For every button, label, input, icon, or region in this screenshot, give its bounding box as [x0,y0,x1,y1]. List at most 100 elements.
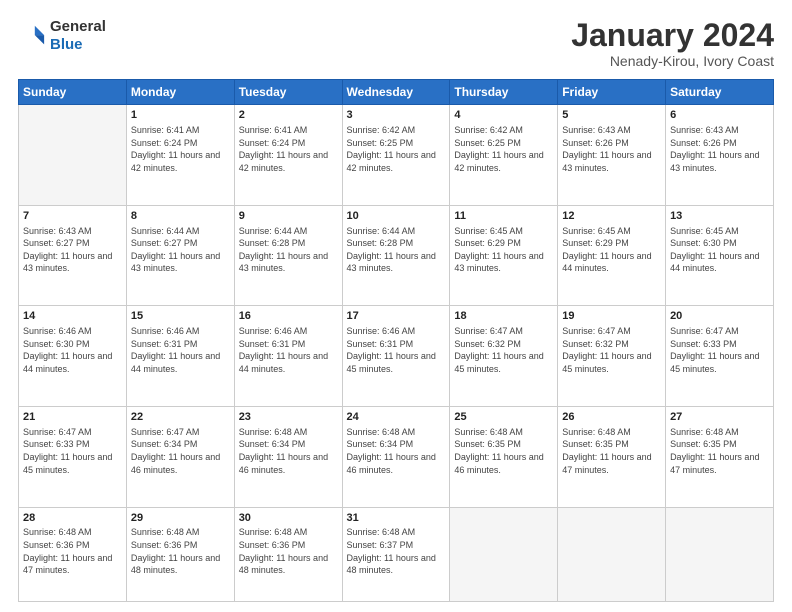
day-number: 22 [131,410,230,425]
day-number: 9 [239,209,338,224]
calendar-day: 29Sunrise: 6:48 AMSunset: 6:36 PMDayligh… [126,507,234,601]
day-info: Sunrise: 6:48 AMSunset: 6:36 PMDaylight:… [131,526,230,576]
day-info: Sunrise: 6:41 AMSunset: 6:24 PMDaylight:… [239,124,338,174]
day-number: 25 [454,410,553,425]
day-number: 8 [131,209,230,224]
day-info: Sunrise: 6:48 AMSunset: 6:35 PMDaylight:… [562,426,661,476]
day-number: 6 [670,108,769,123]
calendar-day: 4Sunrise: 6:42 AMSunset: 6:25 PMDaylight… [450,105,558,206]
day-number: 17 [347,309,446,324]
day-number: 15 [131,309,230,324]
logo-icon [18,22,46,50]
day-info: Sunrise: 6:43 AMSunset: 6:26 PMDaylight:… [670,124,769,174]
calendar-day [558,507,666,601]
day-info: Sunrise: 6:48 AMSunset: 6:36 PMDaylight:… [23,526,122,576]
day-number: 16 [239,309,338,324]
day-number: 19 [562,309,661,324]
calendar-week-row: 28Sunrise: 6:48 AMSunset: 6:36 PMDayligh… [19,507,774,601]
day-number: 18 [454,309,553,324]
day-number: 30 [239,511,338,526]
calendar-day: 5Sunrise: 6:43 AMSunset: 6:26 PMDaylight… [558,105,666,206]
header: General Blue January 2024 Nenady-Kirou, … [18,18,774,69]
day-info: Sunrise: 6:47 AMSunset: 6:34 PMDaylight:… [131,426,230,476]
day-info: Sunrise: 6:48 AMSunset: 6:36 PMDaylight:… [239,526,338,576]
day-info: Sunrise: 6:46 AMSunset: 6:31 PMDaylight:… [131,325,230,375]
calendar-day [666,507,774,601]
day-info: Sunrise: 6:48 AMSunset: 6:34 PMDaylight:… [347,426,446,476]
day-number: 14 [23,309,122,324]
day-info: Sunrise: 6:46 AMSunset: 6:31 PMDaylight:… [239,325,338,375]
calendar-day: 17Sunrise: 6:46 AMSunset: 6:31 PMDayligh… [342,306,450,407]
day-info: Sunrise: 6:48 AMSunset: 6:34 PMDaylight:… [239,426,338,476]
day-number: 29 [131,511,230,526]
calendar-day: 28Sunrise: 6:48 AMSunset: 6:36 PMDayligh… [19,507,127,601]
day-info: Sunrise: 6:45 AMSunset: 6:30 PMDaylight:… [670,225,769,275]
day-info: Sunrise: 6:45 AMSunset: 6:29 PMDaylight:… [454,225,553,275]
calendar-day: 23Sunrise: 6:48 AMSunset: 6:34 PMDayligh… [234,406,342,507]
day-info: Sunrise: 6:48 AMSunset: 6:35 PMDaylight:… [670,426,769,476]
logo: General Blue [18,18,106,54]
calendar-day: 10Sunrise: 6:44 AMSunset: 6:28 PMDayligh… [342,205,450,306]
calendar-day: 31Sunrise: 6:48 AMSunset: 6:37 PMDayligh… [342,507,450,601]
day-info: Sunrise: 6:42 AMSunset: 6:25 PMDaylight:… [454,124,553,174]
day-number: 27 [670,410,769,425]
day-number: 20 [670,309,769,324]
day-info: Sunrise: 6:47 AMSunset: 6:33 PMDaylight:… [670,325,769,375]
day-info: Sunrise: 6:48 AMSunset: 6:35 PMDaylight:… [454,426,553,476]
day-info: Sunrise: 6:47 AMSunset: 6:32 PMDaylight:… [562,325,661,375]
calendar-week-row: 14Sunrise: 6:46 AMSunset: 6:30 PMDayligh… [19,306,774,407]
day-info: Sunrise: 6:43 AMSunset: 6:27 PMDaylight:… [23,225,122,275]
calendar-week-row: 7Sunrise: 6:43 AMSunset: 6:27 PMDaylight… [19,205,774,306]
calendar-day: 6Sunrise: 6:43 AMSunset: 6:26 PMDaylight… [666,105,774,206]
calendar-day: 13Sunrise: 6:45 AMSunset: 6:30 PMDayligh… [666,205,774,306]
day-number: 11 [454,209,553,224]
day-number: 2 [239,108,338,123]
calendar-table: Sunday Monday Tuesday Wednesday Thursday… [18,79,774,602]
calendar-day: 24Sunrise: 6:48 AMSunset: 6:34 PMDayligh… [342,406,450,507]
calendar-day: 7Sunrise: 6:43 AMSunset: 6:27 PMDaylight… [19,205,127,306]
calendar-day [19,105,127,206]
day-number: 4 [454,108,553,123]
calendar-day: 21Sunrise: 6:47 AMSunset: 6:33 PMDayligh… [19,406,127,507]
calendar-day: 1Sunrise: 6:41 AMSunset: 6:24 PMDaylight… [126,105,234,206]
day-number: 26 [562,410,661,425]
page: General Blue January 2024 Nenady-Kirou, … [0,0,792,612]
calendar-day: 18Sunrise: 6:47 AMSunset: 6:32 PMDayligh… [450,306,558,407]
day-number: 31 [347,511,446,526]
calendar-day: 9Sunrise: 6:44 AMSunset: 6:28 PMDaylight… [234,205,342,306]
calendar-day: 20Sunrise: 6:47 AMSunset: 6:33 PMDayligh… [666,306,774,407]
calendar-day [450,507,558,601]
title-block: January 2024 Nenady-Kirou, Ivory Coast [571,18,774,69]
day-number: 1 [131,108,230,123]
calendar-day: 11Sunrise: 6:45 AMSunset: 6:29 PMDayligh… [450,205,558,306]
day-info: Sunrise: 6:47 AMSunset: 6:33 PMDaylight:… [23,426,122,476]
day-number: 10 [347,209,446,224]
calendar-day: 22Sunrise: 6:47 AMSunset: 6:34 PMDayligh… [126,406,234,507]
calendar-day: 26Sunrise: 6:48 AMSunset: 6:35 PMDayligh… [558,406,666,507]
calendar-day: 2Sunrise: 6:41 AMSunset: 6:24 PMDaylight… [234,105,342,206]
header-friday: Friday [558,80,666,105]
calendar-day: 14Sunrise: 6:46 AMSunset: 6:30 PMDayligh… [19,306,127,407]
day-number: 24 [347,410,446,425]
calendar-day: 15Sunrise: 6:46 AMSunset: 6:31 PMDayligh… [126,306,234,407]
calendar-header-row: Sunday Monday Tuesday Wednesday Thursday… [19,80,774,105]
calendar-day: 8Sunrise: 6:44 AMSunset: 6:27 PMDaylight… [126,205,234,306]
day-number: 21 [23,410,122,425]
day-info: Sunrise: 6:46 AMSunset: 6:30 PMDaylight:… [23,325,122,375]
header-monday: Monday [126,80,234,105]
header-saturday: Saturday [666,80,774,105]
day-info: Sunrise: 6:46 AMSunset: 6:31 PMDaylight:… [347,325,446,375]
calendar-day: 30Sunrise: 6:48 AMSunset: 6:36 PMDayligh… [234,507,342,601]
calendar-day: 25Sunrise: 6:48 AMSunset: 6:35 PMDayligh… [450,406,558,507]
calendar-day: 12Sunrise: 6:45 AMSunset: 6:29 PMDayligh… [558,205,666,306]
day-info: Sunrise: 6:44 AMSunset: 6:28 PMDaylight:… [347,225,446,275]
day-info: Sunrise: 6:44 AMSunset: 6:27 PMDaylight:… [131,225,230,275]
calendar-day: 16Sunrise: 6:46 AMSunset: 6:31 PMDayligh… [234,306,342,407]
day-number: 3 [347,108,446,123]
day-info: Sunrise: 6:42 AMSunset: 6:25 PMDaylight:… [347,124,446,174]
logo-blue: Blue [50,36,106,54]
day-info: Sunrise: 6:45 AMSunset: 6:29 PMDaylight:… [562,225,661,275]
header-sunday: Sunday [19,80,127,105]
day-info: Sunrise: 6:48 AMSunset: 6:37 PMDaylight:… [347,526,446,576]
day-number: 12 [562,209,661,224]
